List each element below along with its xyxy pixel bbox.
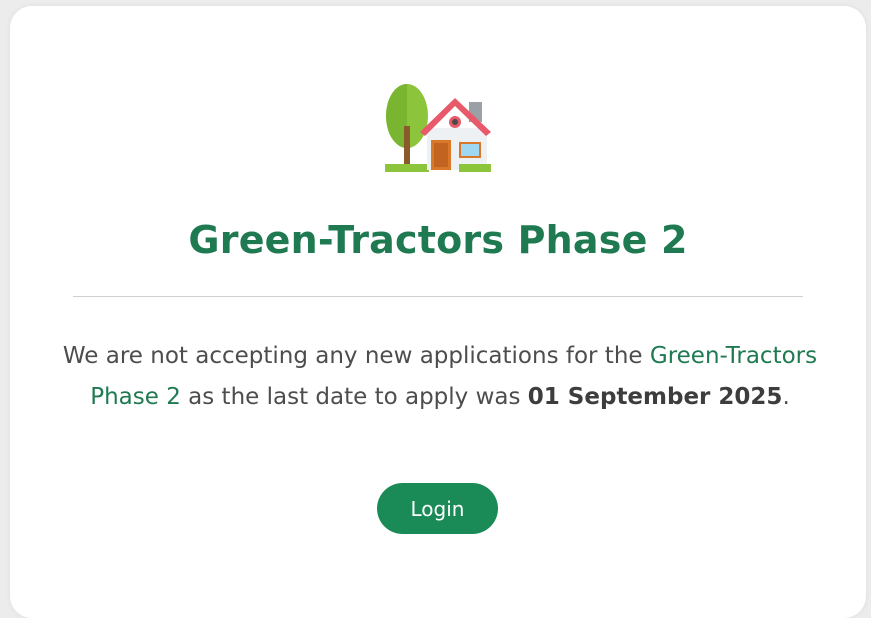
- page-title: Green-Tractors Phase 2: [188, 218, 688, 262]
- deadline-date: 01 September 2025: [527, 384, 783, 410]
- login-button[interactable]: Login: [377, 483, 498, 534]
- closed-applications-message: We are not accepting any new application…: [60, 336, 820, 418]
- divider: [73, 296, 803, 297]
- message-middle: as the last date to apply was: [180, 384, 528, 410]
- notice-card: Green-Tractors Phase 2 We are not accept…: [10, 6, 866, 618]
- message-prefix: We are not accepting any new application…: [62, 343, 650, 369]
- message-suffix: .: [782, 384, 790, 410]
- house-with-tree-icon: [383, 78, 493, 178]
